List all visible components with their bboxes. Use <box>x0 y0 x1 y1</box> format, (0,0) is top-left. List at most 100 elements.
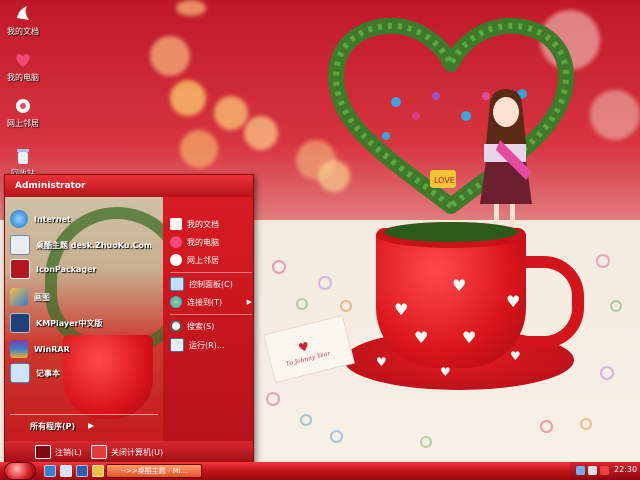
network-places-icon <box>16 99 30 113</box>
notepad-icon <box>10 363 30 383</box>
shutdown-button[interactable]: 关闭计算机(U) <box>91 445 163 459</box>
shutdown-icon <box>91 445 107 459</box>
paint-icon <box>10 288 28 306</box>
place-search[interactable]: 搜索(S) <box>170 318 252 334</box>
place-label: 搜索(S) <box>187 321 215 331</box>
desktop-icon-label: 网上邻居 <box>7 119 39 128</box>
zhuoku-icon <box>10 235 30 255</box>
tablecloth-dot <box>600 366 614 380</box>
programs-separator <box>10 414 158 415</box>
tablecloth-dot <box>272 260 286 274</box>
place-my-computer[interactable]: 我的电脑 <box>170 234 252 250</box>
quicklaunch-ie-icon[interactable] <box>44 465 56 477</box>
network-places-icon <box>170 254 182 266</box>
place-my-documents[interactable]: 我的文档 <box>170 216 252 232</box>
taskbar-window-label: -->>桌酷主题 - Mi... <box>121 467 188 475</box>
place-control-panel[interactable]: 控制面板(C) <box>170 276 252 292</box>
program-label: WinRAR <box>34 344 70 354</box>
control-panel-icon <box>170 277 184 291</box>
connect-to-icon <box>170 296 182 308</box>
tray-network-icon[interactable] <box>576 466 585 475</box>
tablecloth-dot <box>610 300 622 312</box>
place-label: 网上邻居 <box>187 255 219 265</box>
bokeh-light <box>170 80 206 116</box>
start-menu-footer: 注销(L) 关闭计算机(U) <box>5 441 253 463</box>
all-programs-arrow-icon: ▶ <box>88 421 95 430</box>
card-heart-icon: ♥ <box>296 339 311 356</box>
places-separator <box>170 314 252 315</box>
tablecloth-dot <box>580 418 592 430</box>
place-run[interactable]: 运行(R)... <box>170 337 252 353</box>
program-paint[interactable]: 画图 <box>10 286 158 308</box>
desktop-icon-my-computer[interactable]: 我的电脑 <box>0 50 46 83</box>
tablecloth-dot <box>330 430 343 443</box>
saucer-heart-decoration: ♥ <box>510 349 521 363</box>
place-connect-to[interactable]: 连接到(T) ▶ <box>170 294 252 310</box>
recycle-bin-icon <box>17 149 29 164</box>
program-label: 桌酷主题 desk.ZhuoKu.Com <box>36 240 153 250</box>
bokeh-light <box>214 96 248 130</box>
tablecloth-dot <box>266 392 280 406</box>
my-documents-icon <box>170 218 182 230</box>
tablecloth-dot <box>296 298 308 310</box>
program-label: Internet <box>34 214 71 224</box>
desktop-icon-network-places[interactable]: 网上邻居 <box>0 96 46 129</box>
bokeh-light <box>176 0 206 16</box>
desktop-icon-my-documents[interactable]: 我的文档 <box>0 4 46 37</box>
place-label: 连接到(T) <box>187 297 223 307</box>
bokeh-light <box>180 130 218 168</box>
desktop-icon-label: 我的文档 <box>7 27 39 36</box>
program-label: 画图 <box>34 292 50 302</box>
program-iconpackager[interactable]: IconPackager <box>10 258 158 280</box>
places-separator <box>170 272 252 273</box>
place-label: 运行(R)... <box>189 340 225 350</box>
ie-icon <box>10 210 28 228</box>
place-network-places[interactable]: 网上邻居 <box>170 252 252 268</box>
quicklaunch-folder-icon[interactable] <box>92 465 104 477</box>
quicklaunch-desktop-icon[interactable] <box>60 465 72 477</box>
start-button[interactable] <box>4 462 36 480</box>
program-label: IconPackager <box>36 264 97 274</box>
my-computer-icon <box>170 236 182 248</box>
tablecloth-dot <box>318 276 332 290</box>
program-label: KMPlayer中文版 <box>36 318 103 328</box>
tray-volume-icon[interactable] <box>588 466 597 475</box>
place-label: 控制面板(C) <box>189 279 233 289</box>
clock[interactable]: 22:30 <box>614 465 637 474</box>
tablecloth-dot <box>340 300 352 312</box>
program-internet[interactable]: Internet <box>10 208 158 230</box>
iconpackager-icon <box>10 259 30 279</box>
love-sign-text: LOVE <box>434 176 455 185</box>
logoff-label: 注销(L) <box>55 447 82 457</box>
quicklaunch-media-icon[interactable] <box>76 465 88 477</box>
bokeh-light <box>244 116 278 150</box>
tablecloth-dot <box>596 254 610 268</box>
submenu-arrow-icon: ▶ <box>246 298 252 306</box>
desktop-icon-label: 我的电脑 <box>7 73 39 82</box>
run-icon <box>170 338 184 352</box>
logoff-button[interactable]: 注销(L) <box>35 445 82 459</box>
taskbar-window-button[interactable]: -->>桌酷主题 - Mi... <box>106 464 202 478</box>
place-label: 我的文档 <box>187 219 219 229</box>
cup-heart-decoration: ♥ <box>452 276 467 295</box>
all-programs-button[interactable]: 所有程序(P) <box>30 421 75 432</box>
program-winrar[interactable]: WinRAR <box>10 338 158 360</box>
tablecloth-dot <box>420 436 432 448</box>
saucer-heart-decoration: ♥ <box>376 355 387 369</box>
tray-security-icon[interactable] <box>600 466 609 475</box>
program-zhuoku[interactable]: 桌酷主题 desk.ZhuoKu.Com <box>10 234 158 256</box>
teacup <box>376 228 526 368</box>
place-label: 我的电脑 <box>187 237 219 247</box>
program-kmplayer[interactable]: KMPlayer中文版 <box>10 312 158 334</box>
bokeh-light <box>590 90 640 140</box>
teacup-moss <box>384 222 518 242</box>
search-icon <box>170 320 182 332</box>
kmplayer-icon <box>10 313 30 333</box>
shutdown-label: 关闭计算机(U) <box>111 447 164 457</box>
program-label: 记事本 <box>36 368 60 378</box>
program-notepad[interactable]: 记事本 <box>10 362 158 384</box>
my-documents-icon <box>17 6 29 20</box>
bokeh-light <box>150 36 190 76</box>
cup-heart-decoration: ♥ <box>394 300 409 319</box>
winrar-icon <box>10 340 28 358</box>
